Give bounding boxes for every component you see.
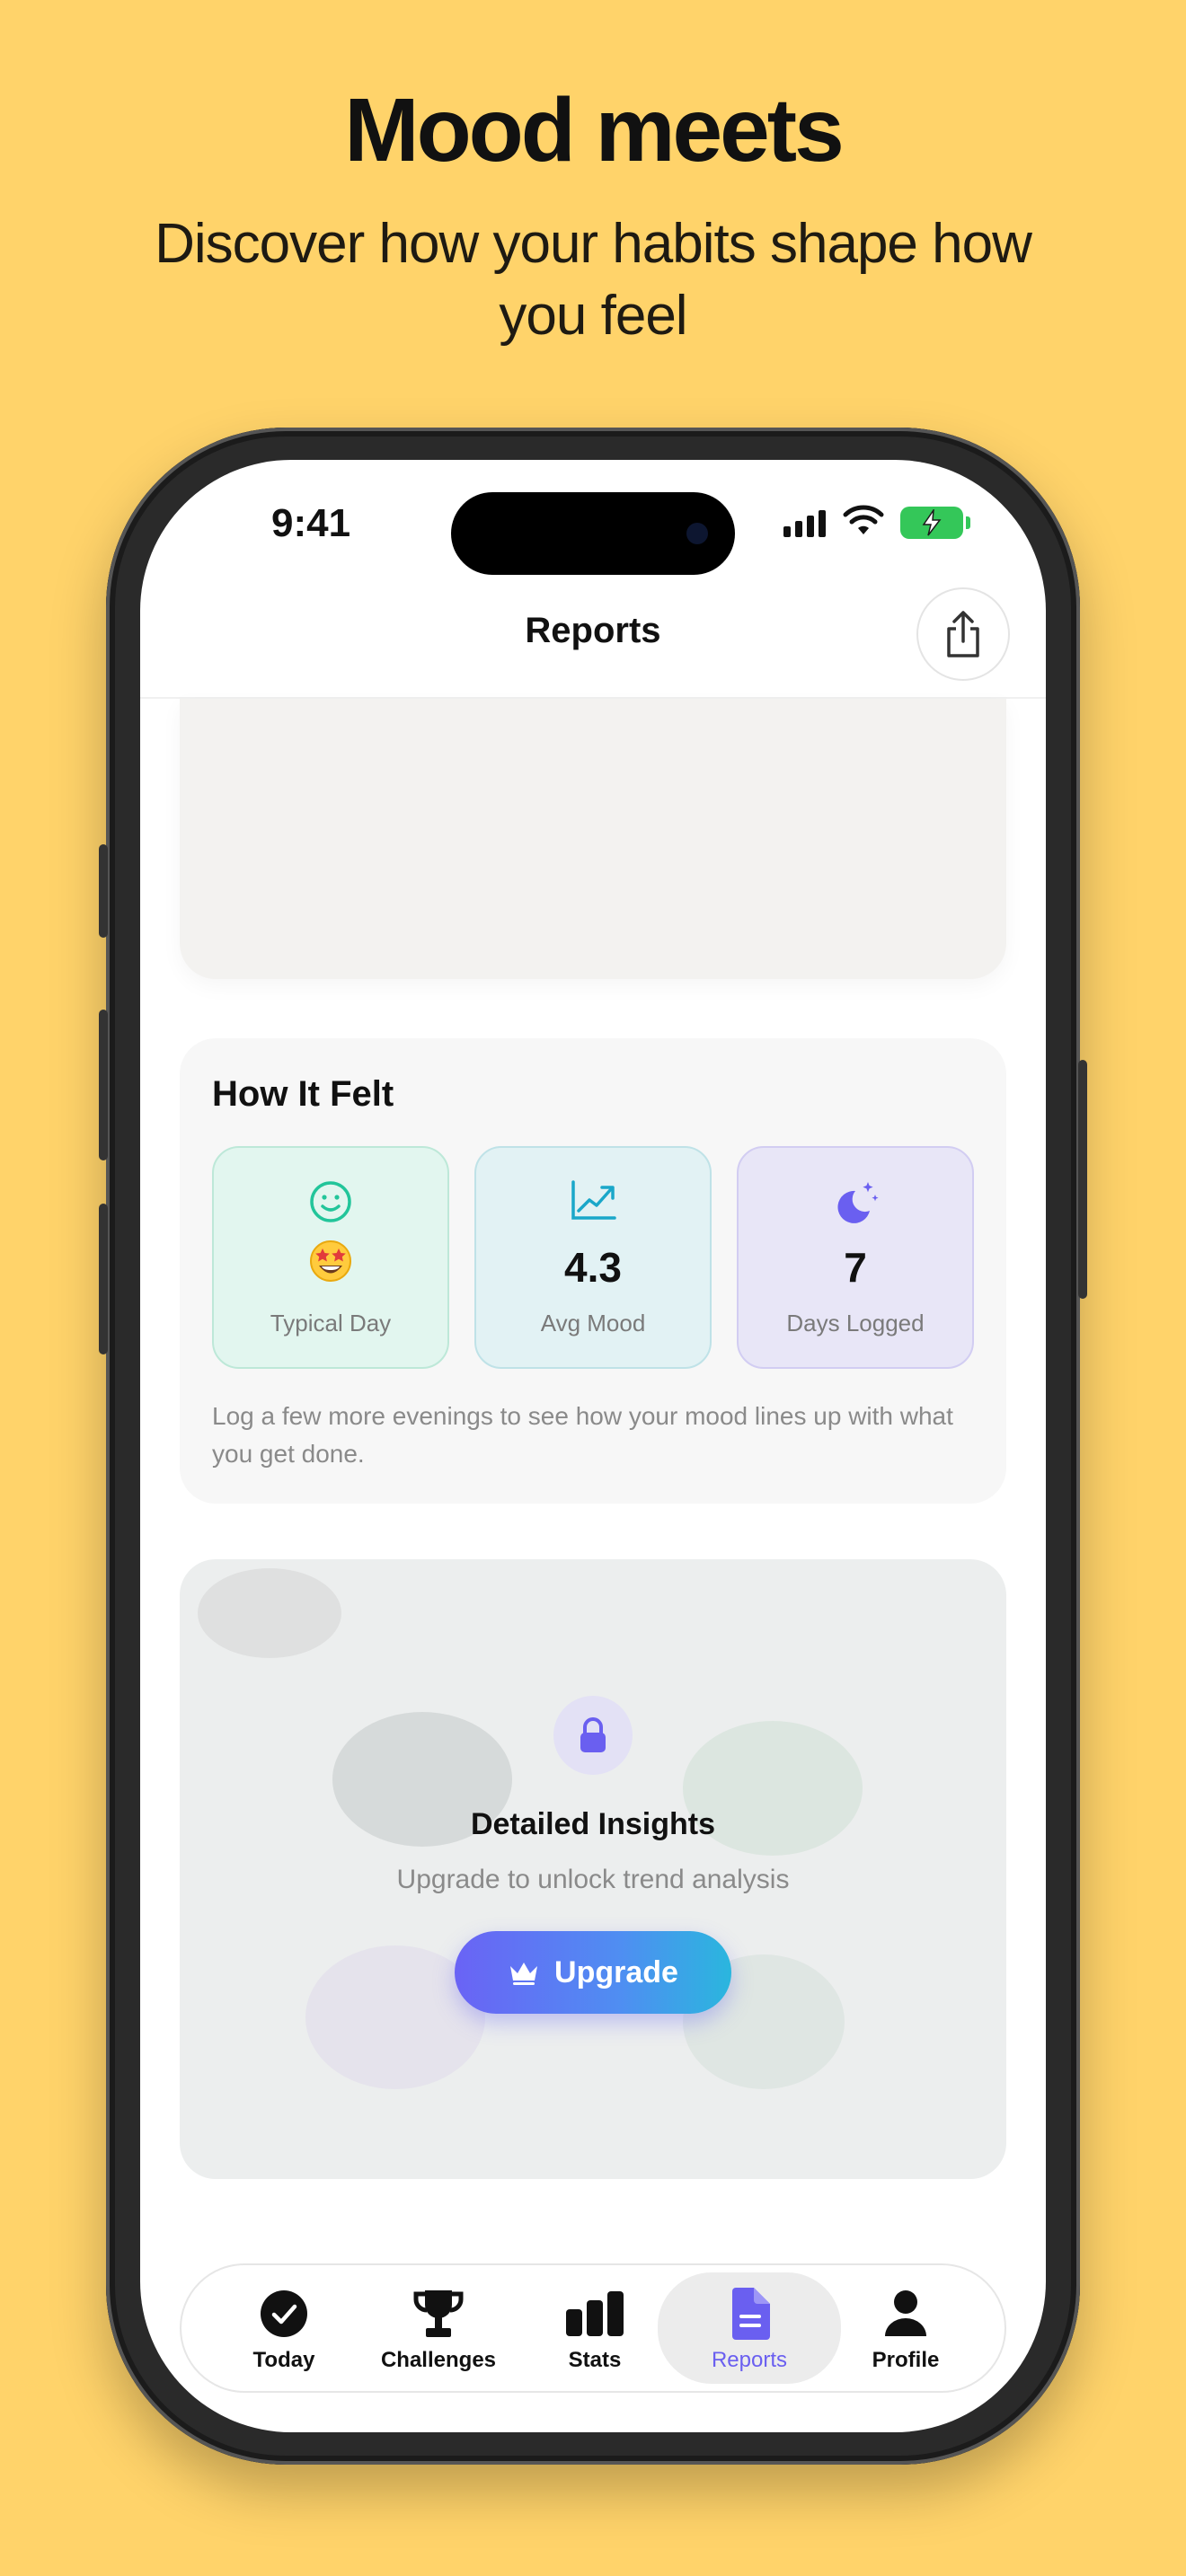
detailed-insights-locked-card: Detailed Insights Upgrade to unlock tren… <box>180 1559 1006 2179</box>
page-title: Reports <box>525 611 661 650</box>
typical-day-label: Typical Day <box>270 1310 392 1337</box>
how-it-felt-note: Log a few more evenings to see how your … <box>212 1402 953 1468</box>
days-logged-label: Days Logged <box>786 1310 925 1337</box>
days-logged-tile: 7 Days Logged <box>737 1146 974 1369</box>
wifi-icon <box>843 505 884 542</box>
marketing-headline: Mood meets <box>344 80 844 181</box>
locked-title: Detailed Insights <box>470 1807 716 1841</box>
share-button[interactable] <box>916 587 1010 681</box>
avg-mood-value: 4.3 <box>564 1244 622 1291</box>
share-icon <box>947 611 979 657</box>
how-it-felt-title: How It Felt <box>212 1074 394 1114</box>
phone-side-button <box>1078 1060 1087 1299</box>
tab-bar: Today Challenges Stats Reports Profile <box>180 2263 1006 2393</box>
locked-subtitle: Upgrade to unlock trend analysis <box>396 1865 790 1894</box>
avg-mood-tile: 4.3 Avg Mood <box>474 1146 712 1369</box>
blurred-summary-card <box>180 699 1006 979</box>
battery-charging-icon <box>900 507 970 539</box>
status-time: 9:41 <box>271 501 351 545</box>
bar-chart-icon <box>566 2291 624 2336</box>
typical-day-tile: Typical Day <box>212 1146 449 1369</box>
crown-icon <box>510 1963 538 1985</box>
tab-profile[interactable]: Profile <box>825 2265 987 2391</box>
smile-icon <box>214 1178 447 1225</box>
trophy-icon <box>413 2290 464 2337</box>
avg-mood-label: Avg Mood <box>540 1310 646 1337</box>
upgrade-button-label: Upgrade <box>554 1954 678 1989</box>
person-icon <box>885 2290 926 2336</box>
document-icon <box>732 2288 770 2340</box>
tab-reports[interactable]: Reports <box>658 2272 841 2384</box>
tab-challenges[interactable]: Challenges <box>358 2265 519 2391</box>
tab-stats-label: Stats <box>568 2348 622 2372</box>
tab-stats[interactable]: Stats <box>514 2265 676 2391</box>
tab-profile-label: Profile <box>872 2348 940 2372</box>
how-it-felt-card: How It Felt Typical Day 4.3 Avg Mood 7 D… <box>180 1038 1006 1504</box>
chart-trend-icon <box>476 1178 710 1225</box>
moon-stars-icon <box>739 1178 972 1225</box>
marketing-subline: Discover how your habits shape how you f… <box>155 213 1032 347</box>
lock-badge <box>553 1696 633 1775</box>
tab-today[interactable]: Today <box>203 2265 365 2391</box>
check-circle-icon <box>261 2290 307 2337</box>
phone-volume-down-button <box>99 1204 108 1354</box>
star-struck-emoji <box>214 1238 447 1284</box>
tab-reports-label: Reports <box>711 2348 788 2372</box>
phone-action-button <box>99 844 108 938</box>
dynamic-island <box>451 492 735 575</box>
phone-screen: 9:41 Reports How It Felt Typical Day 4.3… <box>140 460 1046 2432</box>
days-logged-value: 7 <box>844 1244 867 1291</box>
phone-volume-up-button <box>99 1010 108 1160</box>
tab-challenges-label: Challenges <box>380 2348 497 2372</box>
lock-icon <box>580 1717 606 1752</box>
cellular-signal-icon <box>783 510 826 537</box>
upgrade-button[interactable]: Upgrade <box>455 1931 731 2014</box>
tab-today-label: Today <box>252 2348 315 2372</box>
